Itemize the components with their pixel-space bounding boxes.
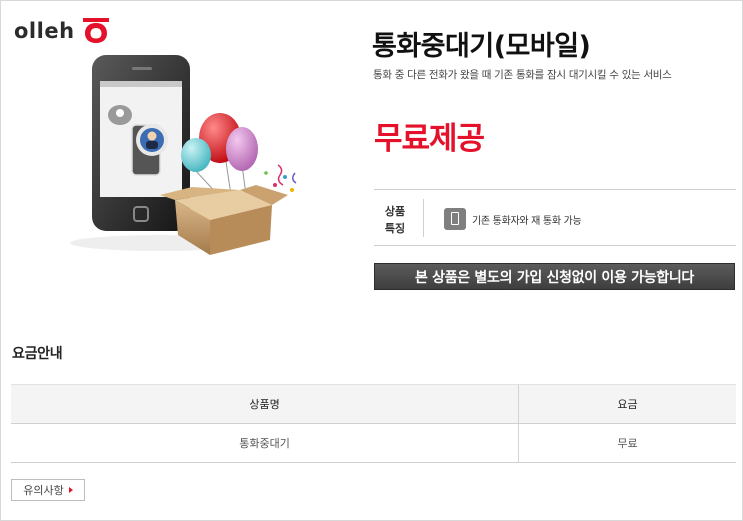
logo-text: olleh [14, 19, 75, 43]
feature-label: 상품 특징 [378, 203, 412, 237]
hero-phone-balloons-illustration [70, 55, 297, 255]
fee-table-header-row: 상품명 요금 [11, 384, 736, 424]
price-label: 무료제공 [374, 121, 485, 157]
product-title: 통화중대기(모바일) [372, 31, 591, 62]
feature-top-divider [374, 189, 736, 190]
feature-vertical-divider [423, 199, 424, 237]
feature-text: 기존 통화자와 재 통화 가능 [472, 216, 582, 227]
feature-label-line2: 특징 [384, 222, 406, 235]
cell-product-name: 통화중대기 [11, 423, 519, 463]
table-row: 통화중대기 무료 [11, 423, 736, 463]
column-header-fee: 요금 [518, 384, 736, 424]
feature-label-line1: 상품 [384, 205, 406, 218]
column-header-product-name: 상품명 [11, 384, 519, 424]
no-signup-notice-bar: 본 상품은 별도의 가입 신청없이 이용 가능합니다 [374, 263, 735, 290]
arrow-right-icon [68, 487, 73, 493]
caution-button-label: 유의사항 [23, 484, 64, 497]
olleh-o-mark-icon [82, 18, 109, 43]
product-subtitle: 통화 중 다른 전화가 왔을 때 기존 통화를 잠시 대기시킬 수 있는 서비스 [373, 69, 672, 81]
feature-bottom-divider [374, 245, 736, 246]
fee-table: 상품명 요금 통화중대기 무료 [11, 384, 736, 463]
caution-button[interactable]: 유의사항 [11, 479, 85, 501]
olleh-logo: olleh [14, 14, 109, 48]
fee-guide-title: 요금안내 [12, 346, 63, 362]
mobile-phone-icon [444, 208, 466, 230]
cell-fee: 무료 [518, 423, 736, 463]
